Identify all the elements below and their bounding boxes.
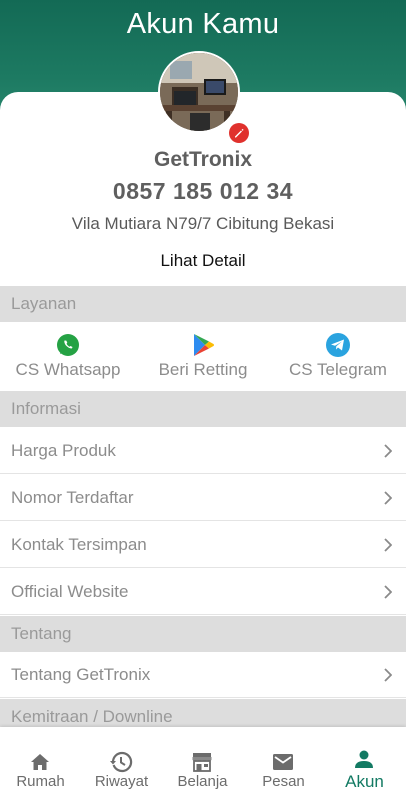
menu-item-label: Nomor Terdaftar	[11, 488, 134, 507]
menu-item-label: Official Website	[11, 582, 129, 601]
menu-item-harga-produk[interactable]: Harga Produk	[0, 428, 406, 474]
menu-item-kontak-tersimpan[interactable]: Kontak Tersimpan	[0, 522, 406, 568]
bottom-navigation: Rumah Riwayat Belanja Pesan Akun	[0, 727, 406, 800]
nav-account[interactable]: Akun	[324, 727, 405, 800]
section-header-informasi: Informasi	[0, 391, 406, 427]
rate-app-button[interactable]: Beri Retting	[143, 322, 263, 391]
service-label: Beri Retting	[158, 360, 248, 379]
menu-item-tentang-gettronix[interactable]: Tentang GetTronix	[0, 652, 406, 698]
menu-item-label: Harga Produk	[11, 441, 116, 460]
nav-label: Riwayat	[94, 773, 149, 790]
whatsapp-icon	[57, 334, 79, 356]
profile-address: Vila Mutiara N79/7 Cibitung Bekasi	[71, 214, 335, 233]
chevron-right-icon	[384, 491, 392, 505]
mail-icon	[273, 754, 293, 770]
section-header-layanan: Layanan	[0, 286, 406, 322]
profile-phone: 0857 185 012 34	[112, 178, 294, 204]
cs-whatsapp-button[interactable]: CS Whatsapp	[8, 322, 128, 391]
home-icon	[31, 754, 49, 770]
chevron-right-icon	[384, 538, 392, 552]
chevron-right-icon	[384, 585, 392, 599]
nav-history[interactable]: Riwayat	[81, 727, 162, 800]
service-label: CS Telegram	[289, 360, 387, 379]
menu-item-official-website[interactable]: Official Website	[0, 569, 406, 615]
edit-profile-button[interactable]	[229, 123, 249, 143]
store-icon	[192, 753, 212, 772]
profile-name: GetTronix	[153, 148, 253, 171]
google-play-icon	[194, 334, 214, 356]
service-label: CS Whatsapp	[15, 360, 121, 379]
nav-label: Pesan	[262, 773, 305, 790]
menu-item-label: Tentang GetTronix	[11, 665, 151, 684]
view-detail-link[interactable]: Lihat Detail	[0, 251, 406, 271]
services-row: CS Whatsapp Beri Retting CS Telegram	[0, 322, 406, 391]
nav-label: Belanja	[177, 773, 228, 790]
history-icon	[110, 751, 133, 773]
person-icon	[355, 750, 373, 768]
pencil-icon	[235, 128, 244, 138]
section-header-tentang: Tentang	[0, 616, 406, 652]
page-title: Akun Kamu	[126, 8, 280, 40]
cs-telegram-button[interactable]: CS Telegram	[278, 322, 398, 391]
nav-label: Akun	[345, 772, 384, 791]
avatar[interactable]	[158, 51, 240, 133]
chevron-right-icon	[384, 444, 392, 458]
chevron-right-icon	[384, 668, 392, 682]
nav-home[interactable]: Rumah	[0, 727, 81, 800]
menu-item-nomor-terdaftar[interactable]: Nomor Terdaftar	[0, 475, 406, 521]
menu-item-label: Kontak Tersimpan	[11, 535, 147, 554]
nav-label: Rumah	[16, 773, 65, 790]
telegram-icon	[326, 333, 350, 357]
nav-messages[interactable]: Pesan	[243, 727, 324, 800]
nav-shop[interactable]: Belanja	[162, 727, 243, 800]
